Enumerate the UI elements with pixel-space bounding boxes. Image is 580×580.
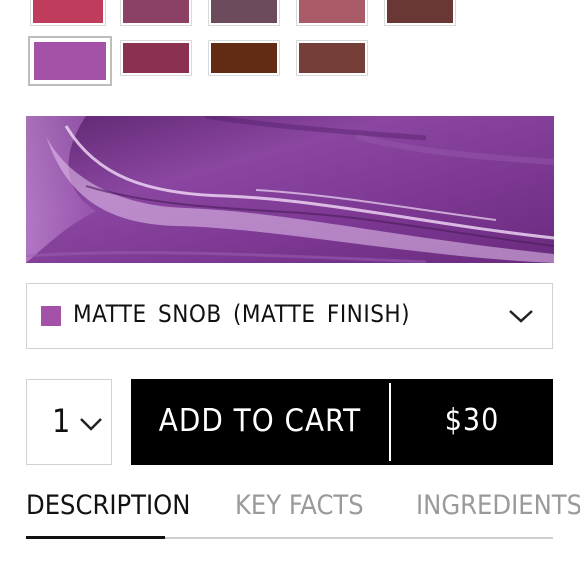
shade-swatch[interactable] <box>30 0 106 26</box>
shade-swatch[interactable] <box>120 40 192 76</box>
chevron-down-icon <box>508 308 534 328</box>
add-to-cart-button[interactable]: ADD TO CART $30 <box>131 379 553 465</box>
shade-texture-image <box>26 116 554 263</box>
price-label: $30 <box>444 403 500 438</box>
shade-swatch[interactable] <box>384 0 456 26</box>
shade-swatch[interactable] <box>120 0 192 26</box>
shade-swatch[interactable] <box>208 0 280 26</box>
product-tabs: DESCRIPTION KEY FACTS INGREDIENTS <box>26 490 580 540</box>
shade-select[interactable]: MATTE SNOB (MATTE FINISH) <box>26 283 553 349</box>
quantity-select[interactable]: 1 <box>26 379 112 465</box>
tab-ingredients[interactable]: INGREDIENTS <box>416 490 580 521</box>
tab-active-indicator <box>26 536 165 539</box>
add-to-cart-label: ADD TO CART <box>158 403 362 439</box>
shade-swatch[interactable] <box>296 40 368 76</box>
shade-swatch[interactable] <box>208 40 280 76</box>
shade-swatch-selected[interactable] <box>28 36 112 86</box>
selected-shade-chip <box>41 306 61 326</box>
selected-shade-label: MATTE SNOB (MATTE FINISH) <box>73 300 411 328</box>
tab-key-facts[interactable]: KEY FACTS <box>235 490 364 521</box>
chevron-down-icon <box>79 416 103 435</box>
shade-swatch[interactable] <box>296 0 368 26</box>
quantity-value: 1 <box>52 402 71 440</box>
tab-description[interactable]: DESCRIPTION <box>26 490 190 521</box>
